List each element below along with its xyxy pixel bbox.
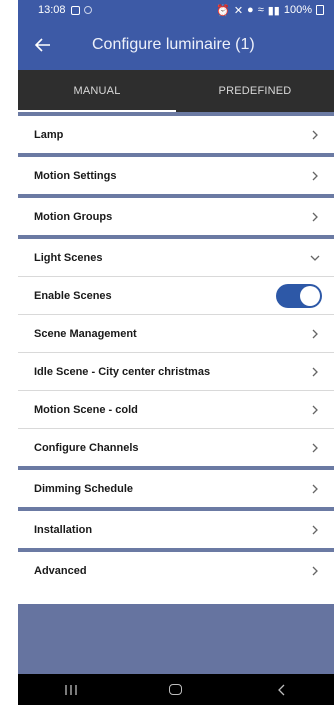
list-item-motion-settings[interactable]: Motion Settings <box>18 157 334 194</box>
list-item-advanced[interactable]: Advanced <box>18 552 334 589</box>
list-item-motion-scene[interactable]: Motion Scene - cold <box>18 391 334 428</box>
list-item-idle-scene[interactable]: Idle Scene - City center christmas <box>18 353 334 390</box>
enable-scenes-toggle[interactable] <box>276 283 322 308</box>
list-item-scene-management[interactable]: Scene Management <box>18 315 334 352</box>
signal-icon: ▮▮ <box>267 4 280 17</box>
chevron-right-icon <box>308 564 322 578</box>
empty-area <box>18 604 334 674</box>
tab-bar: MANUAL PREDEFINED <box>18 70 334 112</box>
chevron-right-icon <box>308 523 322 537</box>
chevron-down-icon <box>308 251 322 265</box>
status-bar: 13:08 ⏰ ✕ ● ≈ ▮▮ 100% <box>18 0 334 20</box>
chevron-right-icon <box>308 365 322 379</box>
chevron-right-icon <box>308 482 322 496</box>
back-arrow-icon[interactable] <box>18 20 68 70</box>
list-item-dimming-schedule[interactable]: Dimming Schedule <box>18 470 334 507</box>
tab-manual[interactable]: MANUAL <box>18 70 176 112</box>
tab-predefined[interactable]: PREDEFINED <box>176 70 334 112</box>
chevron-right-icon <box>308 441 322 455</box>
gallery-notification-icon <box>70 5 80 15</box>
page-title: Configure luminaire (1) <box>92 36 255 53</box>
phone-screen: 13:08 ⏰ ✕ ● ≈ ▮▮ 100% Configure luminair… <box>18 0 334 705</box>
status-time: 13:08 <box>38 4 66 16</box>
list-item-motion-groups[interactable]: Motion Groups <box>18 198 334 235</box>
chevron-right-icon <box>308 169 322 183</box>
battery-icon <box>316 5 324 15</box>
app-bar: Configure luminaire (1) <box>18 20 334 70</box>
alarm-icon: ⏰ <box>216 4 230 17</box>
location-icon: ● <box>247 4 254 16</box>
home-icon[interactable] <box>146 674 206 705</box>
battery-percent: 100% <box>283 4 312 16</box>
list-item-installation[interactable]: Installation <box>18 511 334 548</box>
list-item-configure-channels[interactable]: Configure Channels <box>18 429 334 466</box>
chevron-right-icon <box>308 128 322 142</box>
back-nav-icon[interactable] <box>251 674 311 705</box>
system-navigation-bar <box>18 674 334 705</box>
list-item-light-scenes[interactable]: Light Scenes <box>18 239 334 276</box>
settings-list: Lamp Motion Settings Motion Groups Light… <box>18 112 334 589</box>
wifi-icon: ≈ <box>257 4 264 16</box>
chevron-right-icon <box>308 403 322 417</box>
record-notification-icon <box>83 6 92 14</box>
chevron-right-icon <box>308 327 322 341</box>
list-item-enable-scenes: Enable Scenes <box>18 277 334 314</box>
toggle-knob <box>300 285 320 306</box>
recent-apps-icon[interactable] <box>41 674 101 705</box>
chevron-right-icon <box>308 210 322 224</box>
mute-icon: ✕ <box>233 4 244 17</box>
list-item-lamp[interactable]: Lamp <box>18 116 334 153</box>
